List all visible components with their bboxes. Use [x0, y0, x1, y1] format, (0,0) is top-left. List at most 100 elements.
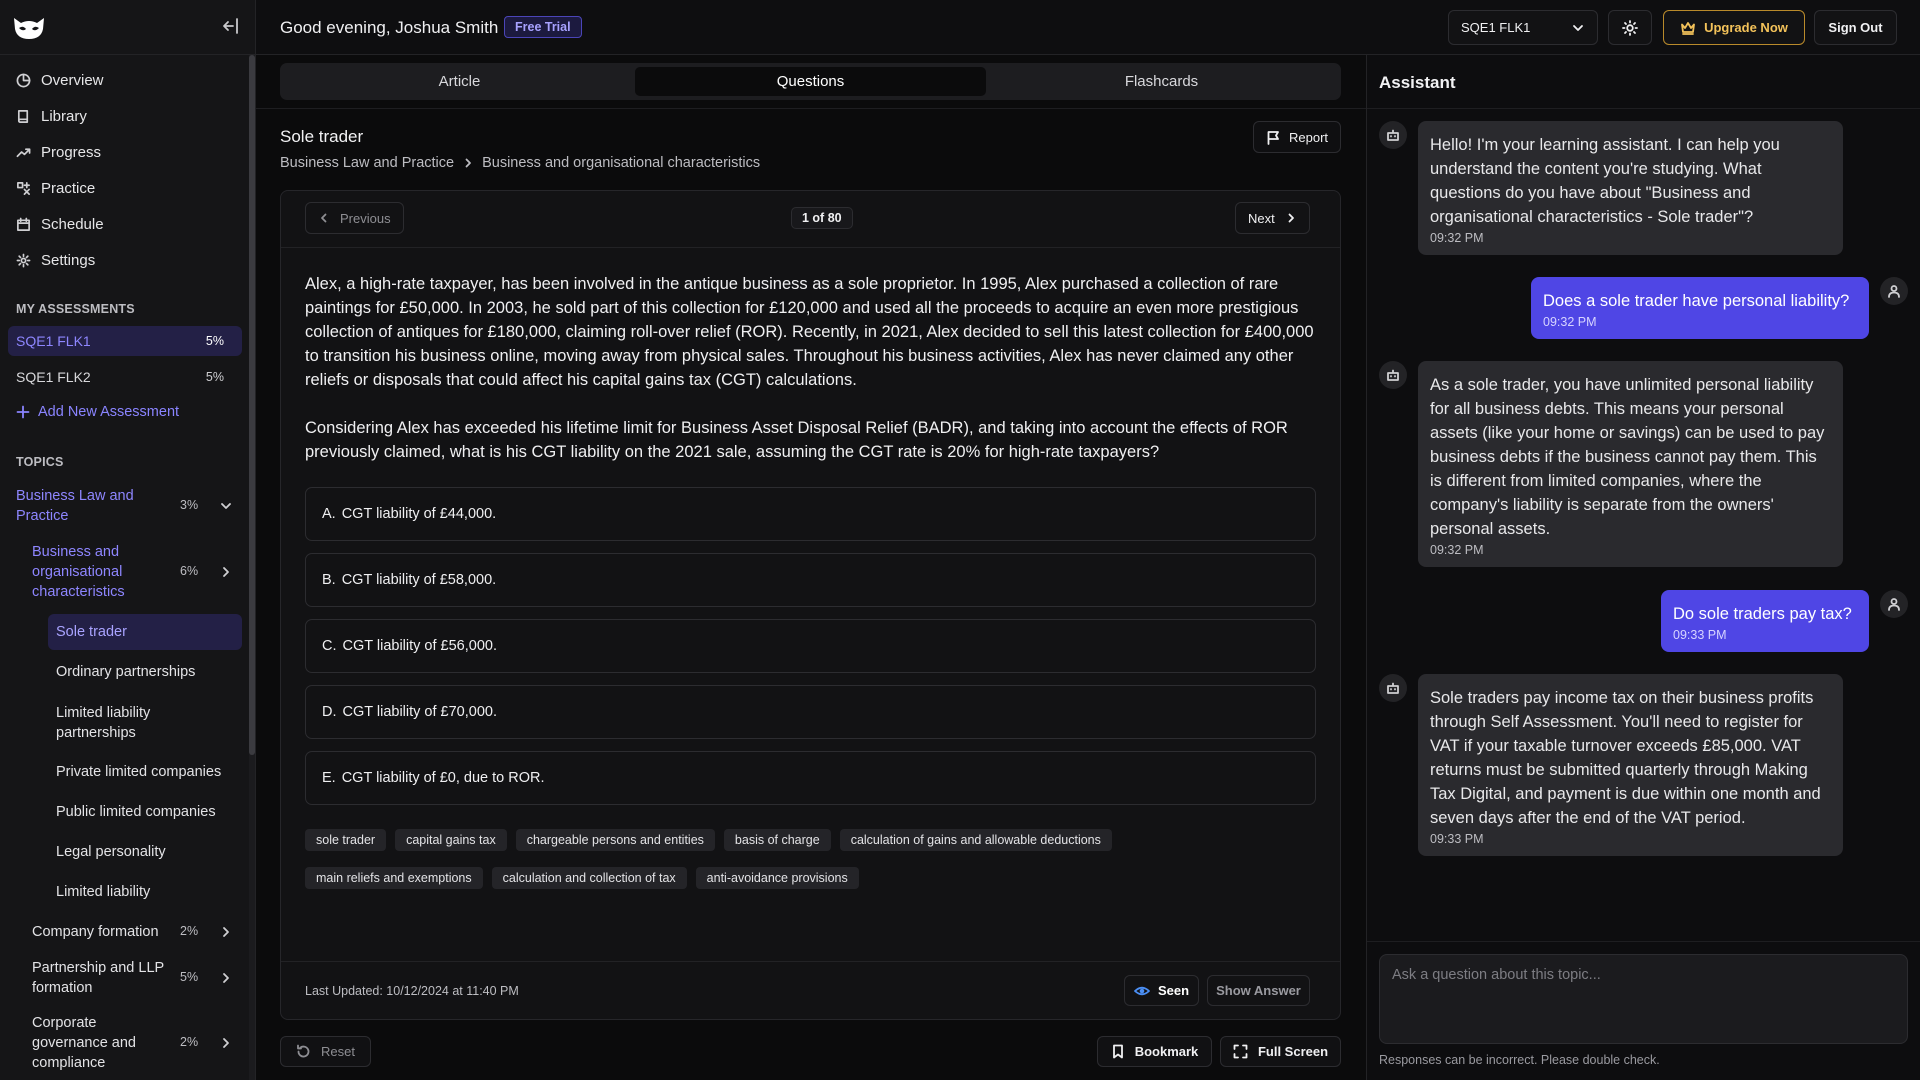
- topic-progress: 3%: [180, 498, 199, 512]
- tag[interactable]: capital gains tax: [395, 829, 507, 851]
- show-answer-button[interactable]: Show Answer: [1207, 975, 1310, 1006]
- topic-company-formation[interactable]: Company formation 2%: [32, 920, 242, 944]
- sidebar-item-label: Library: [41, 107, 87, 125]
- subtopic-label: Limited liability partnerships: [56, 705, 151, 741]
- assessment-item-flk1[interactable]: SQE1 FLK1 5%: [8, 326, 242, 356]
- topic-business-law-and-practice[interactable]: Business Law and Practice 3%: [16, 486, 242, 526]
- topic-business-and-organisational-characteristics[interactable]: Business and organisational characterist…: [32, 542, 242, 602]
- topic-partnership-and-llp-formation[interactable]: Partnership and LLP formation 5%: [32, 957, 242, 999]
- divider: [1367, 108, 1920, 109]
- seen-button[interactable]: Seen: [1124, 975, 1199, 1006]
- bot-icon: [1387, 129, 1399, 141]
- sidebar-item-settings[interactable]: Settings: [0, 245, 248, 275]
- tab-flashcards[interactable]: Flashcards: [986, 67, 1337, 96]
- sidebar-item-overview[interactable]: Overview: [0, 65, 248, 95]
- tag[interactable]: basis of charge: [723, 829, 831, 851]
- collapse-sidebar-icon[interactable]: [222, 17, 240, 35]
- sidebar-scrollbar-thumb[interactable]: [249, 55, 255, 755]
- tag[interactable]: calculation of gains and allowable deduc…: [839, 829, 1112, 851]
- greeting: Good evening, Joshua Smith: [280, 18, 499, 37]
- assessment-name: SQE1 FLK1: [16, 333, 91, 349]
- bookmark-button[interactable]: Bookmark: [1097, 1036, 1212, 1067]
- calendar-icon: [17, 217, 30, 231]
- question-stem: Alex, a high-rate taxpayer, has been inv…: [305, 275, 1314, 389]
- sidebar-item-label: Schedule: [41, 215, 104, 233]
- chevron-left-icon: [321, 213, 327, 223]
- answer-option-c[interactable]: C. CGT liability of £56,000.: [305, 619, 1316, 673]
- subtopic-sole-trader[interactable]: Sole trader: [48, 614, 242, 650]
- sidebar-item-schedule[interactable]: Schedule: [0, 209, 248, 239]
- content-tabs: Article Questions Flashcards: [280, 63, 1341, 100]
- assessment-progress: 5%: [205, 370, 224, 384]
- subtopic-legal-personality[interactable]: Legal personality: [48, 834, 242, 870]
- sidebar-item-library[interactable]: Library: [0, 101, 248, 131]
- divider: [1367, 941, 1920, 942]
- question-counter: 1 of 80: [791, 207, 853, 229]
- tag[interactable]: anti-avoidance provisions: [695, 867, 859, 889]
- add-assessment-button[interactable]: Add New Assessment: [16, 404, 179, 420]
- answer-option-b[interactable]: B. CGT liability of £58,000.: [305, 553, 1316, 607]
- message-text: Do sole traders pay tax?: [1673, 605, 1852, 623]
- bot-avatar: [1379, 361, 1407, 389]
- breadcrumb-item[interactable]: Business Law and Practice: [280, 155, 454, 171]
- option-text: CGT liability of £0, due to ROR.: [341, 770, 545, 786]
- user-avatar: [1880, 277, 1908, 305]
- tag[interactable]: chargeable persons and entities: [515, 829, 715, 851]
- previous-button[interactable]: Previous: [305, 202, 404, 234]
- option-letter: E.: [322, 770, 336, 786]
- full-screen-button[interactable]: Full Screen: [1220, 1036, 1341, 1067]
- tab-questions[interactable]: Questions: [635, 67, 986, 96]
- topic-progress: 2%: [180, 1035, 199, 1049]
- chevron-right-icon: [223, 567, 229, 577]
- crown-icon: [1681, 21, 1695, 35]
- topic-label: Business Law and Practice: [16, 488, 134, 524]
- expand-icon: [1233, 1044, 1248, 1059]
- next-button[interactable]: Next: [1235, 202, 1310, 234]
- breadcrumb-item[interactable]: Business and organisational characterist…: [482, 155, 760, 171]
- previous-label: Previous: [340, 210, 391, 226]
- topic-label: Partnership and LLP formation: [32, 960, 164, 996]
- eye-icon: [1134, 986, 1150, 995]
- question-prompt: Considering Alex has exceeded his lifeti…: [305, 419, 1288, 461]
- report-button[interactable]: Report: [1253, 121, 1341, 153]
- assessment-item-flk2[interactable]: SQE1 FLK2 5%: [8, 362, 242, 392]
- logo-mask-icon[interactable]: [12, 14, 46, 42]
- message-time: 09:32 PM: [1430, 543, 1484, 557]
- bookmark-icon: [1112, 1044, 1123, 1059]
- subtopic-ordinary-partnerships[interactable]: Ordinary partnerships: [48, 654, 242, 690]
- assistant-input[interactable]: [1379, 954, 1908, 1044]
- answer-option-a[interactable]: A. CGT liability of £44,000.: [305, 487, 1316, 541]
- tab-article[interactable]: Article: [284, 67, 635, 96]
- answer-option-e[interactable]: E. CGT liability of £0, due to ROR.: [305, 751, 1316, 805]
- sidebar-item-label: Settings: [41, 251, 96, 269]
- bookmark-label: Bookmark: [1134, 1044, 1199, 1059]
- topic-label: Corporate governance and compliance: [32, 1015, 136, 1071]
- topic-tags: sole trader capital gains tax chargeable…: [305, 829, 1325, 889]
- assessment-progress: 5%: [205, 334, 224, 348]
- theme-toggle-button[interactable]: [1608, 10, 1652, 45]
- option-text: CGT liability of £70,000.: [342, 704, 497, 720]
- tag[interactable]: sole trader: [305, 829, 387, 851]
- assessment-select[interactable]: SQE1 FLK1: [1448, 10, 1598, 45]
- sidebar: Overview Library Progress Practice Sched…: [0, 0, 256, 1080]
- page-title: Sole trader: [280, 127, 364, 146]
- sign-out-button[interactable]: Sign Out: [1814, 10, 1897, 45]
- upgrade-now-button[interactable]: Upgrade Now: [1663, 10, 1805, 45]
- sidebar-item-label: Practice: [41, 179, 96, 197]
- book-icon: [17, 109, 29, 123]
- sidebar-item-progress[interactable]: Progress: [0, 137, 248, 167]
- question-card: Previous 1 of 80 Next Alex, a high-rate …: [280, 190, 1341, 1020]
- reset-button[interactable]: Reset: [280, 1036, 371, 1067]
- tag[interactable]: main reliefs and exemptions: [305, 867, 483, 889]
- practice-icon: [17, 181, 30, 195]
- subtopic-private-limited-companies[interactable]: Private limited companies: [48, 754, 242, 790]
- subtopic-public-limited-companies[interactable]: Public limited companies: [48, 794, 242, 830]
- topic-progress: 2%: [180, 924, 199, 938]
- answer-option-d[interactable]: D. CGT liability of £70,000.: [305, 685, 1316, 739]
- sidebar-item-practice[interactable]: Practice: [0, 173, 248, 203]
- topic-corporate-governance-and-compliance[interactable]: Corporate governance and compliance 2%: [32, 1013, 242, 1073]
- subtopic-limited-liability-partnerships[interactable]: Limited liability partnerships: [48, 702, 218, 744]
- subtopic-limited-liability[interactable]: Limited liability: [48, 874, 242, 910]
- tag[interactable]: calculation and collection of tax: [491, 867, 687, 889]
- gear-icon: [16, 253, 31, 267]
